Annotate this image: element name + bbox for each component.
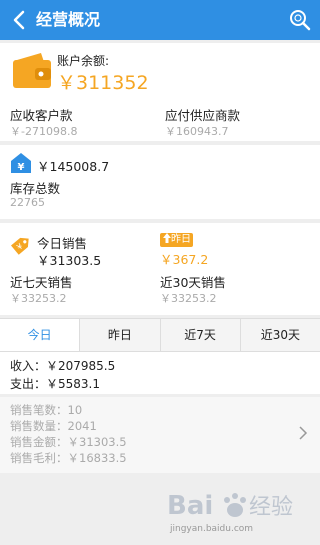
- watermark-url: jingyan.baidu.com: [170, 524, 254, 534]
- price-tag-icon: ¥: [11, 237, 29, 255]
- month-sales-label: 近30天销售: [160, 275, 226, 290]
- page-title: 经营概况: [36, 10, 101, 29]
- month-sales-value: ￥33253.2: [160, 292, 217, 305]
- account-card: 账户余额: ￥311352 应收客户款 ￥-271098.8 应付供应商款 ￥1…: [0, 43, 320, 141]
- week-sales-label: 近七天销售: [10, 275, 73, 290]
- receivable-value: ￥-271098.8: [10, 125, 78, 138]
- sales-card: ¥ 今日销售 ￥31303.5 昨日 ￥367.2 近七天销售 ￥33253.2…: [0, 223, 320, 315]
- app-header: 经营概况: [0, 0, 320, 40]
- payable-label: 应付供应商款: [165, 108, 241, 123]
- svg-text:经验: 经验: [249, 495, 293, 520]
- wallet-icon: [13, 53, 51, 88]
- sales-amount: 销售金额：￥31303.5: [10, 435, 127, 449]
- sales-profit: 销售毛利：￥16833.5: [10, 451, 127, 465]
- sales-stats-panel[interactable]: 销售笔数：10 销售数量：2041 销售金额：￥31303.5 销售毛利：￥16…: [0, 397, 320, 473]
- tab-today[interactable]: 今日: [0, 319, 80, 351]
- balance-value: ￥311352: [57, 72, 149, 94]
- income-expense-panel: 收入：￥207985.5 支出：￥5583.1: [0, 352, 320, 394]
- tab-last-30-days[interactable]: 近30天: [239, 319, 320, 351]
- tab-last-7-days[interactable]: 近7天: [159, 319, 240, 351]
- arrow-up-icon: [163, 233, 171, 243]
- yesterday-badge-label: 昨日: [171, 234, 191, 245]
- svg-text:¥: ¥: [18, 162, 25, 173]
- chevron-right-icon[interactable]: [298, 425, 308, 441]
- warehouse-icon: ¥: [11, 153, 31, 173]
- payable-value: ￥160943.7: [165, 125, 229, 138]
- tab-yesterday[interactable]: 昨日: [79, 319, 160, 351]
- inventory-count: 22765: [10, 196, 45, 209]
- yesterday-badge: 昨日: [160, 233, 193, 247]
- period-tabs: 今日 昨日 近7天 近30天: [0, 318, 320, 352]
- income-text: 收入：￥207985.5: [10, 359, 116, 373]
- search-icon[interactable]: [288, 8, 312, 32]
- expense-text: 支出：￥5583.1: [10, 377, 100, 391]
- inventory-card[interactable]: ¥ ￥145008.7 库存总数 22765: [0, 145, 320, 219]
- inventory-amount: ￥145008.7: [37, 159, 110, 174]
- yesterday-sales-value: ￥367.2: [160, 252, 209, 267]
- sales-count: 销售笔数：10: [10, 403, 83, 417]
- sales-quantity: 销售数量：2041: [10, 419, 97, 433]
- svg-text:Bai: Bai: [167, 491, 213, 521]
- inventory-label: 库存总数: [10, 181, 61, 196]
- chevron-left-icon[interactable]: [12, 10, 28, 30]
- balance-label: 账户余额:: [57, 54, 110, 68]
- receivable-label: 应收客户款: [10, 108, 73, 123]
- week-sales-value: ￥33253.2: [10, 292, 67, 305]
- today-sales-value: ￥31303.5: [37, 253, 102, 268]
